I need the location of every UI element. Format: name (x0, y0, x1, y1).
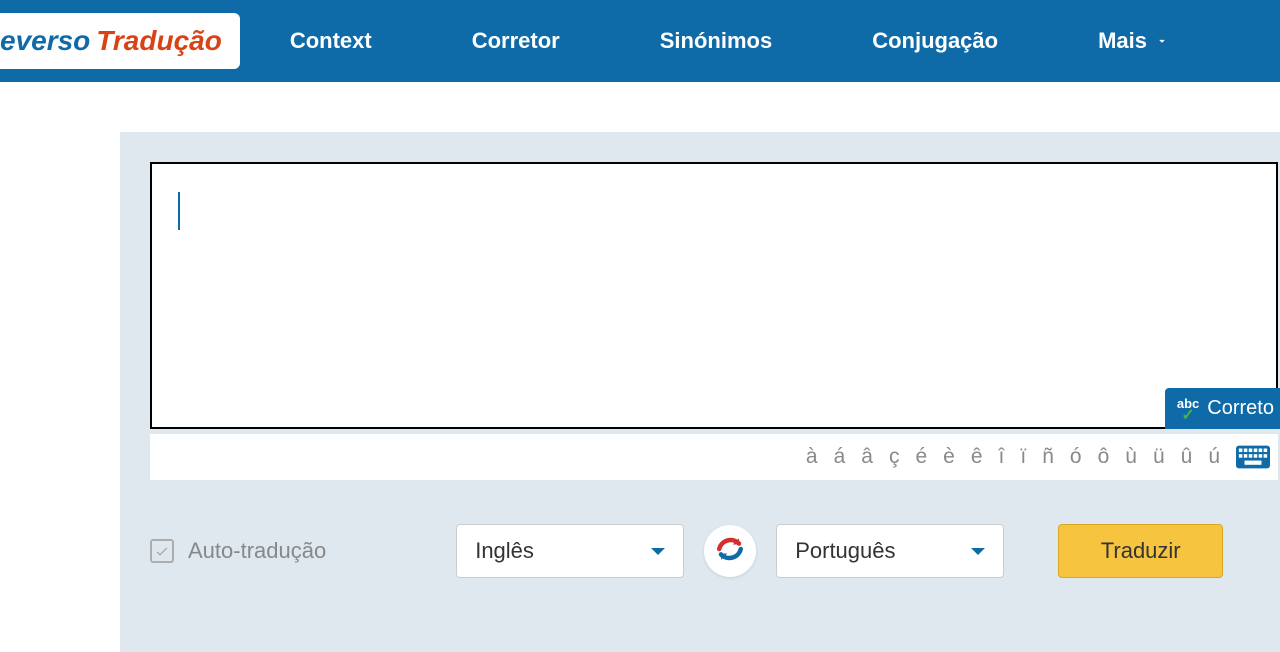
main-panel: abc ✓ Correto à á â ç é è ê î ï ñ ó ô ù … (120, 132, 1280, 652)
checkbox-icon (150, 539, 174, 563)
accent-char[interactable]: ó (1070, 445, 1082, 469)
accent-char[interactable]: à (806, 445, 818, 469)
translate-button[interactable]: Traduzir (1058, 524, 1223, 578)
accent-char[interactable]: ï (1020, 445, 1026, 469)
text-cursor (178, 192, 180, 230)
accent-toolbar: à á â ç é è ê î ï ñ ó ô ù ü û ú (150, 434, 1278, 480)
accent-char[interactable]: â (861, 445, 873, 469)
accent-char[interactable]: è (943, 445, 955, 469)
chevron-down-icon (1155, 34, 1169, 48)
caret-down-icon (971, 548, 985, 555)
logo-text-second: Tradução (96, 25, 222, 57)
caret-down-icon (651, 548, 665, 555)
accent-char[interactable]: ô (1098, 445, 1110, 469)
source-language-select[interactable]: Inglês (456, 524, 684, 578)
accent-char[interactable]: é (915, 445, 927, 469)
target-language-select[interactable]: Português (776, 524, 1004, 578)
accent-char[interactable]: á (834, 445, 846, 469)
accent-char[interactable]: ü (1153, 445, 1165, 469)
keyboard-icon[interactable] (1236, 445, 1270, 469)
logo-text-first: everso (0, 25, 90, 57)
top-nav-bar: everso Tradução Context Corretor Sinónim… (0, 0, 1280, 82)
accent-char[interactable]: ñ (1042, 445, 1054, 469)
accent-char[interactable]: ú (1208, 445, 1220, 469)
source-text-input[interactable] (150, 162, 1278, 429)
corrector-label: Correto (1207, 397, 1274, 420)
translate-button-label: Traduzir (1101, 538, 1181, 564)
text-input-area: abc ✓ Correto (150, 162, 1280, 434)
nav-corrector[interactable]: Corretor (472, 28, 560, 54)
accent-char[interactable]: î (999, 445, 1005, 469)
abc-check-icon: abc ✓ (1177, 396, 1199, 421)
nav-conjugation[interactable]: Conjugação (872, 28, 998, 54)
logo[interactable]: everso Tradução (0, 13, 240, 69)
swap-languages-button[interactable] (704, 525, 756, 577)
accent-char[interactable]: û (1181, 445, 1193, 469)
nav-links: Context Corretor Sinónimos Conjugação Ma… (290, 28, 1169, 54)
accent-char[interactable]: ç (889, 445, 900, 469)
auto-translate-label: Auto-tradução (188, 538, 326, 564)
swap-arrows-icon (712, 531, 748, 572)
accent-char[interactable]: ù (1125, 445, 1137, 469)
accent-char[interactable]: ê (971, 445, 983, 469)
target-language-label: Português (795, 538, 895, 564)
nav-more[interactable]: Mais (1098, 28, 1169, 54)
auto-translate-toggle[interactable]: Auto-tradução (150, 538, 326, 564)
nav-synonyms[interactable]: Sinónimos (660, 28, 772, 54)
corrector-button[interactable]: abc ✓ Correto (1165, 388, 1280, 429)
nav-context[interactable]: Context (290, 28, 372, 54)
controls-row: Auto-tradução Inglês Português Traduzir (150, 524, 1280, 578)
source-language-label: Inglês (475, 538, 534, 564)
